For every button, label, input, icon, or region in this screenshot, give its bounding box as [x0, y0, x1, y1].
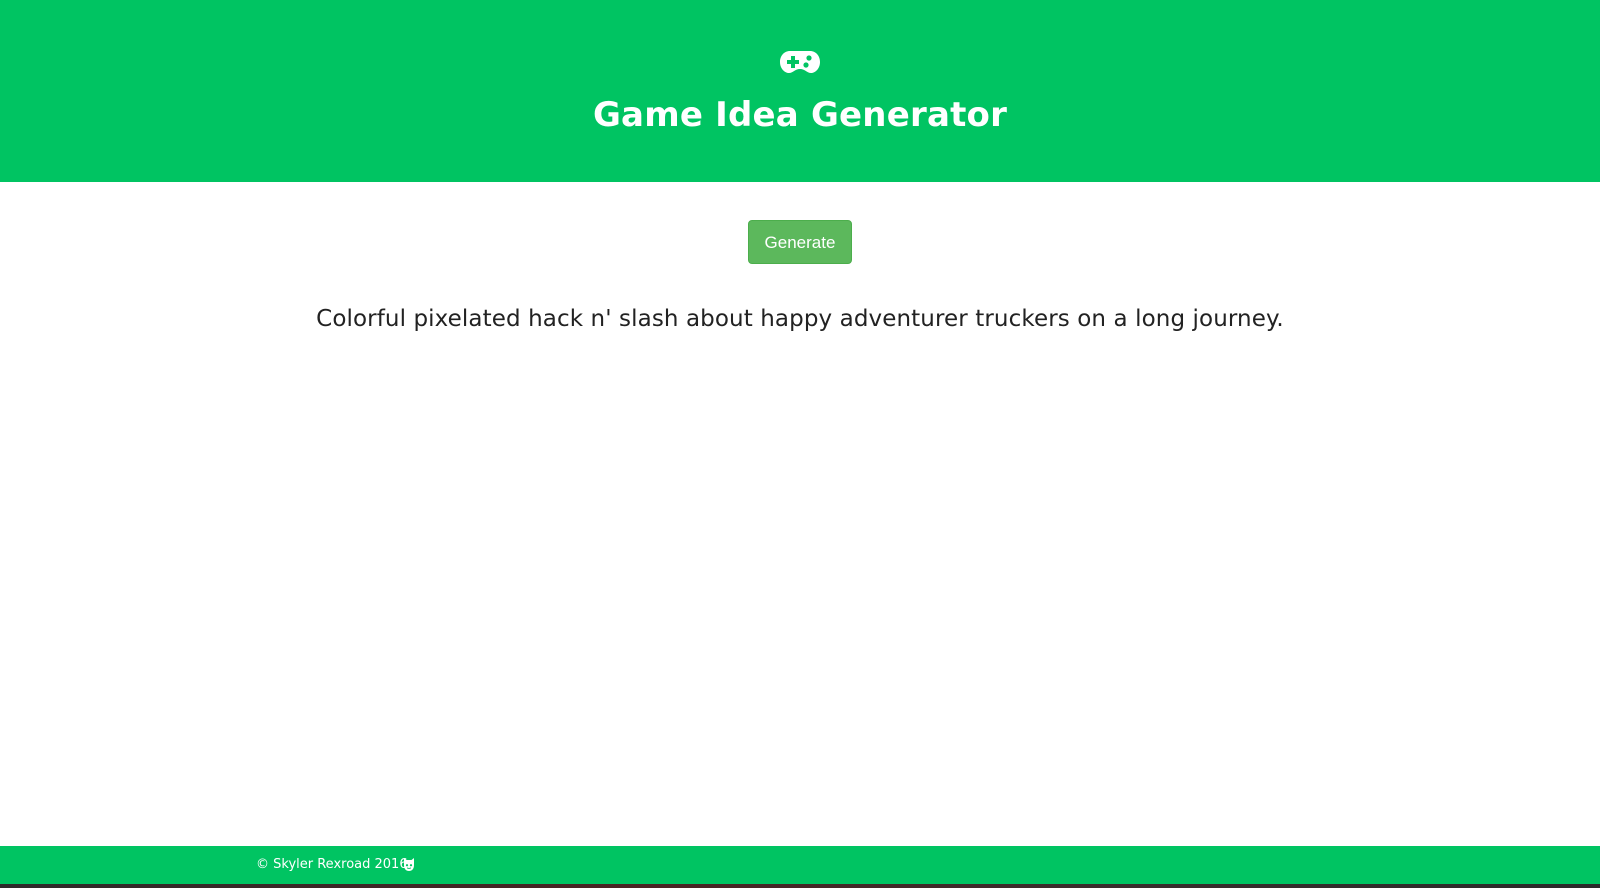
header-banner: Game Idea Generator: [0, 0, 1600, 182]
copyright-text: © Skyler Rexroad 2016: [256, 857, 408, 872]
page-title: Game Idea Generator: [592, 95, 1008, 135]
generated-idea-text: Colorful pixelated hack n' slash about h…: [316, 306, 1284, 332]
footer: © Skyler Rexroad 2016: [0, 846, 1600, 884]
page: Game Idea Generator Generate Colorful pi…: [0, 0, 1600, 888]
desktop-background-strip: [0, 884, 1600, 888]
gamepad-icon: [780, 51, 820, 73]
generate-button[interactable]: Generate: [748, 220, 852, 264]
github-icon[interactable]: [402, 856, 416, 874]
